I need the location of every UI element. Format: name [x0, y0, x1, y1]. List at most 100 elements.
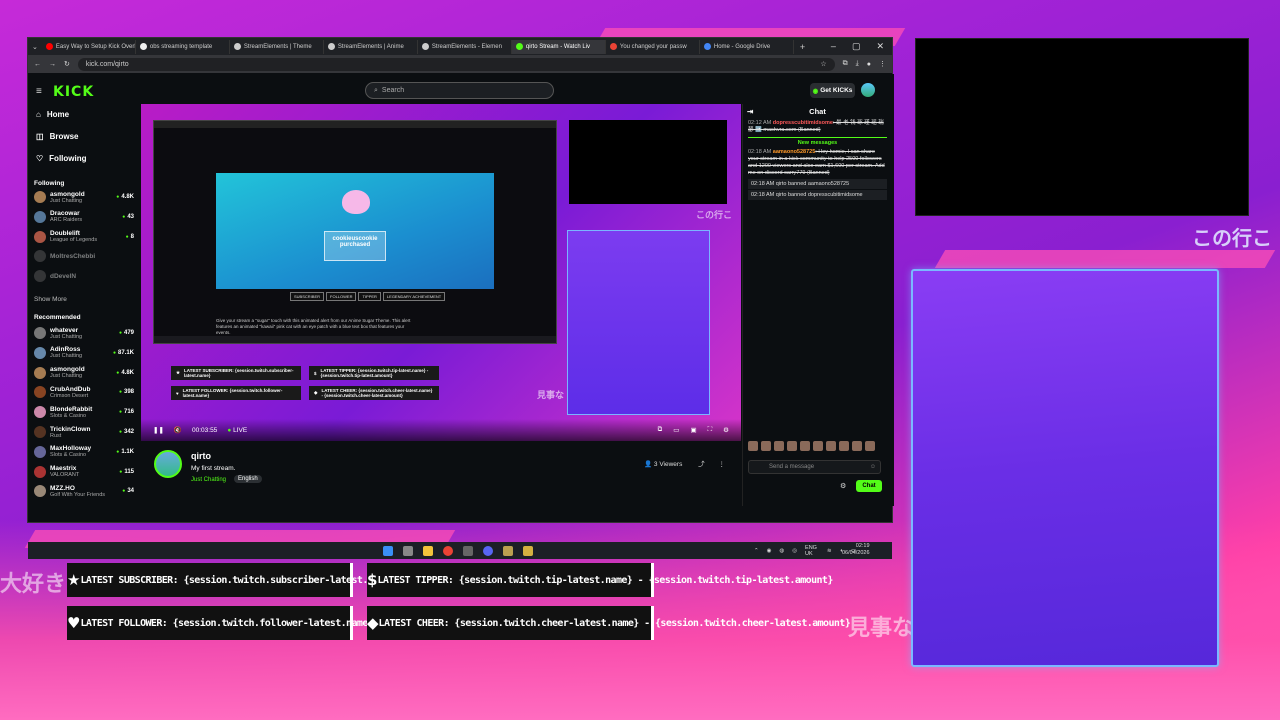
- task-view-icon[interactable]: [403, 545, 413, 556]
- forward-icon[interactable]: →: [49, 61, 56, 68]
- channel-item[interactable]: asmongoldJust Chatting 4.8K: [34, 188, 134, 206]
- nav-home[interactable]: ⌂ Home: [36, 110, 69, 119]
- chat-send-button[interactable]: Chat: [856, 480, 882, 492]
- chrome-icon[interactable]: [443, 545, 453, 556]
- browser-tab[interactable]: StreamElements - Elemen: [418, 39, 512, 54]
- browser-tab[interactable]: StreamElements | Anime: [324, 39, 418, 54]
- tray-expand-icon[interactable]: ⌃: [754, 548, 759, 554]
- profile-icon[interactable]: ●: [867, 61, 871, 68]
- diamond-icon: ◆: [314, 390, 318, 395]
- new-tab-button[interactable]: +: [800, 42, 805, 52]
- wifi-icon[interactable]: ≋: [827, 548, 832, 554]
- chat-user[interactable]: aamaono528725: [773, 149, 816, 155]
- get-kicks-button[interactable]: ◉ Get KICKs: [810, 83, 855, 98]
- fullscreen-icon[interactable]: ⛶: [708, 426, 713, 434]
- app-icon[interactable]: [503, 545, 513, 556]
- hamburger-icon[interactable]: ≡: [36, 86, 42, 97]
- settings-icon[interactable]: ⚙: [723, 426, 729, 434]
- channel-item[interactable]: DracowarARC Raiders 43: [34, 208, 134, 226]
- alert-latest-tipper: $ LATEST TIPPER: {session.twitch.tip-lat…: [367, 563, 833, 597]
- channel-item[interactable]: MZZ.HOGolf With Your Friends 34: [34, 482, 134, 500]
- emoji-icon[interactable]: ☺: [870, 464, 876, 470]
- pause-icon[interactable]: ❚❚: [153, 426, 164, 434]
- video-player[interactable]: cookieuscookie purchased SUBSCRIBER FOLL…: [141, 104, 741, 441]
- chat-message-input[interactable]: Send a message ☺: [748, 460, 881, 474]
- emote-icon[interactable]: [761, 441, 771, 451]
- pip-icon[interactable]: ▣: [690, 426, 696, 434]
- discord-icon[interactable]: [483, 545, 493, 556]
- emote-icon[interactable]: [852, 441, 862, 451]
- terminal-icon[interactable]: [463, 545, 473, 556]
- search-input[interactable]: ⌕ Search: [365, 82, 554, 99]
- emote-icon[interactable]: [839, 441, 849, 451]
- bookmark-star-icon[interactable]: ☆: [820, 60, 826, 68]
- language-badge[interactable]: English: [234, 475, 262, 483]
- browser-tab[interactable]: qirto Stream - Watch Liv: [511, 39, 606, 54]
- chat-user[interactable]: dopresscubitimidsome: [773, 120, 833, 126]
- browser-tab[interactable]: Home - Google Drive: [700, 39, 794, 54]
- minimize-button[interactable]: –: [831, 41, 836, 52]
- file-explorer-icon[interactable]: [423, 545, 433, 556]
- channel-avatar: [34, 270, 46, 283]
- channel-info: Dracowar ARC Raiders: [50, 210, 82, 223]
- emote-icon[interactable]: [800, 441, 810, 451]
- channel-category: Just Chatting: [50, 353, 83, 360]
- clock[interactable]: 02:19 06/04/2026: [842, 543, 870, 557]
- tray-app-icon[interactable]: ◍: [779, 548, 784, 554]
- start-icon[interactable]: [383, 545, 393, 556]
- chat-time: 02:12 AM: [748, 120, 772, 126]
- extensions-icon[interactable]: ⧉: [843, 60, 848, 68]
- emote-icon[interactable]: [865, 441, 875, 451]
- stream-category[interactable]: Just Chatting: [191, 477, 226, 483]
- channel-item[interactable]: dDevelN: [34, 267, 134, 285]
- emote-icon[interactable]: [813, 441, 823, 451]
- collapse-chat-icon[interactable]: ⇥: [747, 104, 753, 120]
- emote-icon[interactable]: [787, 441, 797, 451]
- more-options-icon[interactable]: ⋮: [718, 461, 725, 468]
- back-icon[interactable]: ←: [34, 61, 41, 68]
- browser-tab[interactable]: obs streaming template: [136, 39, 230, 54]
- channel-item[interactable]: BlondeRabbitSlots & Casino 716: [34, 403, 134, 421]
- channel-item[interactable]: AdinRossJust Chatting 87.1K: [34, 344, 134, 362]
- channel-item[interactable]: DoubleliftLeague of Legends 8: [34, 228, 134, 246]
- tray-app-icon[interactable]: ◉: [767, 548, 772, 554]
- theatre-mode-icon[interactable]: ▭: [673, 426, 679, 434]
- url-field[interactable]: kick.com/qirto ☆: [77, 57, 835, 71]
- show-more-link[interactable]: Show More: [34, 296, 67, 303]
- channel-item[interactable]: MoltresChebbi: [34, 247, 134, 265]
- browser-tab[interactable]: StreamElements | Theme: [230, 39, 324, 54]
- chat-settings-icon[interactable]: ⚙: [840, 482, 846, 490]
- emote-icon[interactable]: [774, 441, 784, 451]
- reload-icon[interactable]: ↻: [64, 60, 70, 68]
- download-icon[interactable]: ⤓: [856, 60, 859, 68]
- close-window-button[interactable]: ✕: [876, 41, 884, 52]
- tab-menu-icon[interactable]: ⌄: [32, 43, 38, 51]
- menu-icon[interactable]: ⋮: [879, 60, 886, 68]
- emote-icon[interactable]: [748, 441, 758, 451]
- channel-item[interactable]: MaxHollowaySlots & Casino 1.1K: [34, 443, 134, 461]
- search-icon: ⌕: [374, 86, 378, 94]
- emote-icon[interactable]: [826, 441, 836, 451]
- user-avatar[interactable]: [861, 83, 875, 97]
- streamer-name[interactable]: qirto: [191, 451, 211, 461]
- maximize-button[interactable]: ▢: [852, 41, 861, 52]
- captured-pill: TIPPER: [358, 292, 381, 301]
- browse-icon: ◫: [36, 132, 44, 141]
- app-icon[interactable]: [523, 545, 533, 556]
- channel-item[interactable]: CrubAndDubCrimson Desert 398: [34, 383, 134, 401]
- nav-following[interactable]: ♡ Following: [36, 154, 87, 163]
- channel-item[interactable]: TrickinClownRust 342: [34, 423, 134, 441]
- browser-tab[interactable]: You changed your passw: [606, 39, 700, 54]
- browser-tab[interactable]: Easy Way to Setup Kick Overlay: [42, 39, 136, 54]
- share-icon[interactable]: ⤴: [698, 461, 705, 468]
- channel-item[interactable]: asmongoldJust Chatting 4.8K: [34, 364, 134, 382]
- channel-item[interactable]: MaestrixVALORANT 115: [34, 463, 134, 481]
- nav-browse[interactable]: ◫ Browse: [36, 132, 78, 141]
- kick-logo[interactable]: KICK: [53, 84, 94, 100]
- language-indicator[interactable]: ENG UK: [805, 545, 819, 557]
- tray-app-icon[interactable]: ◎: [792, 548, 797, 554]
- volume-icon[interactable]: 🔇: [174, 426, 182, 434]
- clip-icon[interactable]: ⧉: [658, 426, 663, 434]
- streamer-avatar[interactable]: [154, 450, 182, 478]
- channel-item[interactable]: whateverJust Chatting 479: [34, 324, 134, 342]
